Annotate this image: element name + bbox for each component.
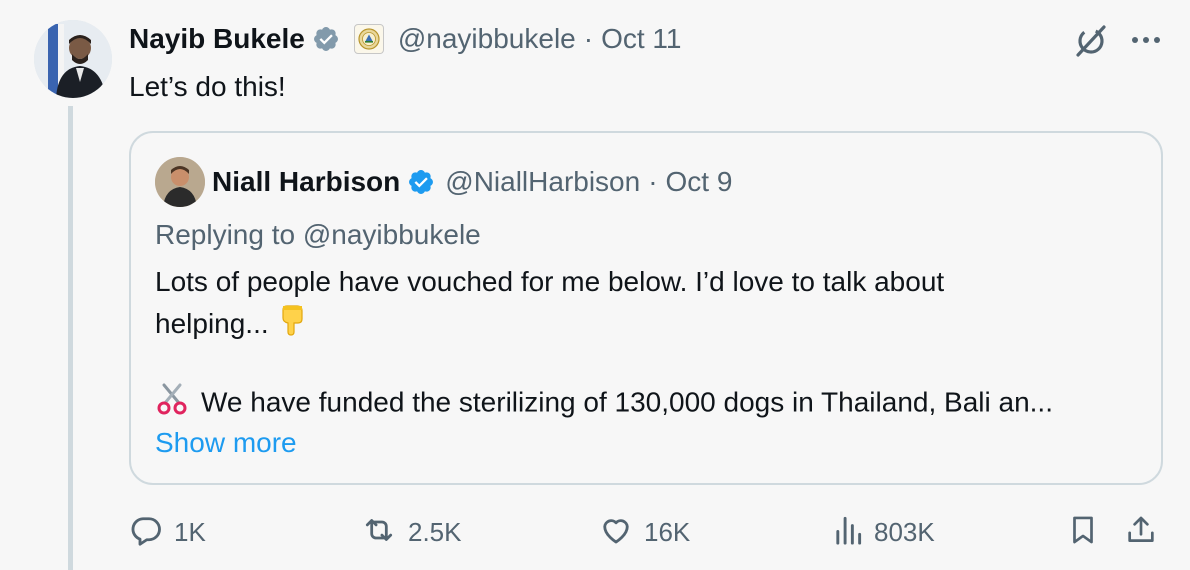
bookmark-icon: [1066, 512, 1100, 553]
tweet-date[interactable]: Oct 11: [601, 23, 681, 55]
quote-author-name[interactable]: Niall Harbison: [212, 166, 400, 198]
like-button[interactable]: 16K: [598, 508, 690, 556]
like-icon: [598, 512, 634, 553]
tweet-header: Nayib Bukele @nayibbukele · Oct 11: [129, 20, 681, 58]
tweet-text: Let’s do this!: [129, 71, 286, 102]
thread-connector-line: [68, 106, 73, 570]
quote-body: Lots of people have vouched for me below…: [155, 261, 1053, 423]
quote-body-line-3: We have funded the sterilizing of 130,00…: [201, 386, 1053, 418]
views-icon: [832, 512, 864, 553]
verified-badge-icon[interactable]: [312, 25, 340, 53]
like-count: 16K: [644, 516, 691, 547]
quote-separator-dot: ·: [648, 166, 658, 197]
quote-author-avatar[interactable]: [155, 157, 205, 207]
more-options-icon[interactable]: [1128, 28, 1164, 52]
pointing-down-emoji: [277, 304, 307, 348]
quote-body-line-2-wrap: helping...: [155, 303, 1053, 345]
quote-date[interactable]: Oct 9: [666, 166, 733, 198]
bookmark-button[interactable]: [1066, 508, 1100, 556]
quoted-tweet-card[interactable]: Niall Harbison @NiallHarbison · Oct 9 Re…: [129, 131, 1163, 485]
quote-body-line-3-wrap: We have funded the sterilizing of 130,00…: [155, 381, 1053, 423]
separator-dot: ·: [583, 23, 594, 54]
show-more-link[interactable]: Show more: [155, 423, 297, 463]
repost-icon: [360, 512, 398, 553]
tweet-action-bar: 1K 2.5K 16K 803K: [0, 508, 1190, 556]
affiliation-badge-icon[interactable]: [353, 24, 384, 54]
share-icon: [1124, 512, 1158, 553]
quote-body-blank-line: [155, 345, 1053, 381]
author-avatar[interactable]: [34, 20, 112, 98]
quote-header: Niall Harbison @NiallHarbison · Oct 9: [212, 162, 732, 202]
reply-button[interactable]: 1K: [128, 508, 206, 556]
author-name[interactable]: Nayib Bukele: [129, 23, 305, 55]
scissors-emoji: [155, 381, 189, 427]
replying-to-label: Replying to @nayibbukele: [155, 219, 481, 250]
repost-count: 2.5K: [408, 516, 462, 547]
quote-body-line-1: Lots of people have vouched for me below…: [155, 266, 945, 297]
repost-button[interactable]: 2.5K: [360, 508, 462, 556]
share-button[interactable]: [1124, 508, 1158, 556]
views-button[interactable]: 803K: [832, 508, 935, 556]
quote-body-line-2: helping...: [155, 308, 269, 339]
reply-count: 1K: [174, 516, 206, 547]
quote-author-handle[interactable]: @NiallHarbison: [445, 166, 640, 198]
author-handle[interactable]: @nayibbukele: [398, 23, 576, 55]
quote-verified-badge-icon[interactable]: [407, 168, 435, 196]
reply-icon: [128, 512, 164, 553]
grok-icon[interactable]: [1072, 22, 1110, 60]
views-count: 803K: [874, 516, 935, 547]
